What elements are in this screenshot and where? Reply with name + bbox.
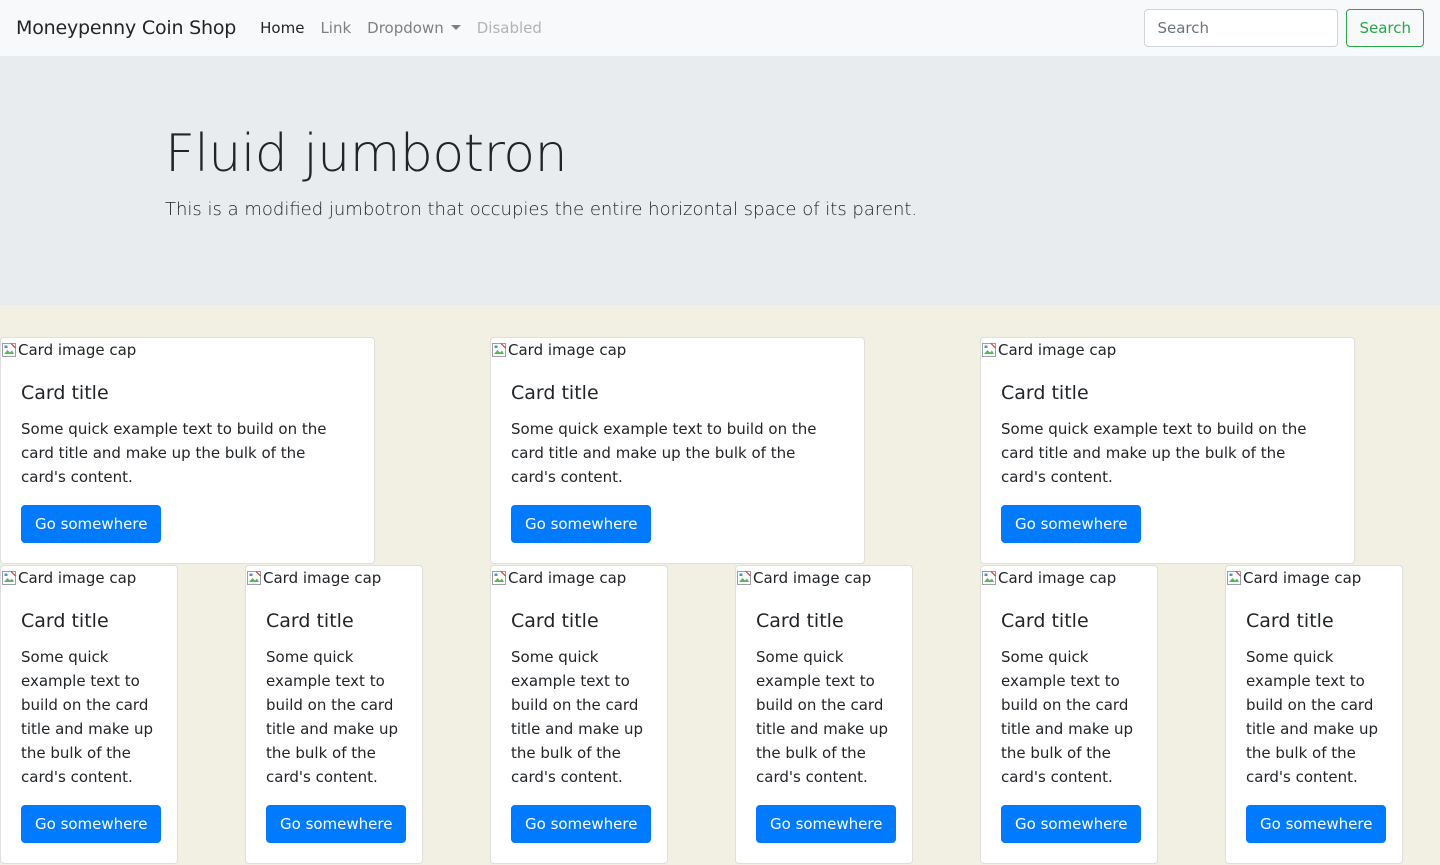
card: Card image cap Card title Some quick examp… xyxy=(490,565,668,864)
card-text: Some quick example text to build on the … xyxy=(511,419,817,486)
card-text: Some quick example text to build on the … xyxy=(756,647,889,786)
nav-dropdown-toggle[interactable]: Dropdown xyxy=(367,19,461,37)
card-title: Card title xyxy=(511,610,599,632)
card-title: Card title xyxy=(1246,610,1334,632)
card-image-alt: Card image cap xyxy=(508,341,627,359)
card-title: Card title xyxy=(266,610,354,632)
broken-image-icon xyxy=(736,570,752,586)
navbar: Moneypenny Coin Shop Home Link Dropdown … xyxy=(0,0,1440,56)
broken-image-icon xyxy=(1,342,17,358)
nav-link-home[interactable]: Home xyxy=(260,19,304,37)
card-body: Card title Some quick example text to bui… xyxy=(1,362,374,563)
card-image-alt: Card image cap xyxy=(998,569,1117,587)
card-image-cap: Card image cap xyxy=(736,566,912,590)
card-body: Card title Some quick example text to bui… xyxy=(981,590,1157,863)
card: Card image cap Card title Some quick examp… xyxy=(245,565,423,864)
go-somewhere-button[interactable]: Go somewhere xyxy=(1001,804,1142,843)
card: Card image cap Card title Some quick examp… xyxy=(735,565,913,864)
nav-link-disabled: Disabled xyxy=(476,19,542,37)
card-image-alt: Card image cap xyxy=(18,341,137,359)
card-text: Some quick example text to build on the … xyxy=(511,647,644,786)
card-body: Card title Some quick example text to bui… xyxy=(981,362,1354,563)
go-somewhere-button[interactable]: Go somewhere xyxy=(266,804,407,843)
card-image-alt: Card image cap xyxy=(18,569,137,587)
card: Card image cap Card title Some quick examp… xyxy=(490,337,865,564)
card-image-alt: Card image cap xyxy=(1243,569,1362,587)
go-somewhere-button[interactable]: Go somewhere xyxy=(21,504,162,543)
caret-down-icon xyxy=(450,25,461,30)
card-text: Some quick example text to build on the … xyxy=(1001,647,1134,786)
broken-image-icon xyxy=(981,342,997,358)
jumbotron-lead: This is a modified jumbotron that occupi… xyxy=(165,199,918,220)
card-text: Some quick example text to build on the … xyxy=(1246,647,1379,786)
card-body: Card title Some quick example text to bui… xyxy=(491,590,667,863)
search-form: Search xyxy=(1144,9,1424,47)
broken-image-icon xyxy=(981,570,997,586)
jumbotron-title: Fluid jumbotron xyxy=(165,124,568,184)
card-title: Card title xyxy=(1001,610,1089,632)
card-body: Card title Some quick example text to bui… xyxy=(736,590,912,863)
nav-link-link[interactable]: Link xyxy=(320,19,351,37)
card: Card image cap Card title Some quick examp… xyxy=(0,565,178,864)
card-text: Some quick example text to build on the … xyxy=(21,647,154,786)
go-somewhere-button[interactable]: Go somewhere xyxy=(511,804,652,843)
broken-image-icon xyxy=(1,570,17,586)
jumbotron: Fluid jumbotron This is a modified jumbo… xyxy=(0,56,1440,305)
broken-image-icon xyxy=(246,570,262,586)
card-title: Card title xyxy=(21,610,109,632)
card-image-cap: Card image cap xyxy=(246,566,422,590)
card-text: Some quick example text to build on the … xyxy=(21,419,327,486)
card-image-cap: Card image cap xyxy=(491,338,864,362)
card-title: Card title xyxy=(756,610,844,632)
card-body: Card title Some quick example text to bui… xyxy=(246,590,422,863)
broken-image-icon xyxy=(491,342,507,358)
search-button[interactable]: Search xyxy=(1346,9,1424,47)
card-image-alt: Card image cap xyxy=(263,569,382,587)
broken-image-icon xyxy=(491,570,507,586)
brand-link[interactable]: Moneypenny Coin Shop xyxy=(16,17,236,39)
search-input[interactable] xyxy=(1144,9,1339,47)
card-title: Card title xyxy=(21,382,109,404)
broken-image-icon xyxy=(1226,570,1242,586)
card-image-alt: Card image cap xyxy=(508,569,627,587)
card-image-cap: Card image cap xyxy=(1226,566,1402,590)
card-image-alt: Card image cap xyxy=(998,341,1117,359)
card: Card image cap Card title Some quick examp… xyxy=(980,565,1158,864)
card-title: Card title xyxy=(1001,382,1089,404)
card-image-cap: Card image cap xyxy=(1,566,177,590)
nav-dropdown-label: Dropdown xyxy=(367,19,444,37)
card-image-cap: Card image cap xyxy=(1,338,374,362)
card-text: Some quick example text to build on the … xyxy=(1001,419,1307,486)
card-text: Some quick example text to build on the … xyxy=(266,647,399,786)
card-body: Card title Some quick example text to bui… xyxy=(491,362,864,563)
card-image-cap: Card image cap xyxy=(981,338,1354,362)
go-somewhere-button[interactable]: Go somewhere xyxy=(21,804,162,843)
card: Card image cap Card title Some quick examp… xyxy=(1225,565,1403,864)
go-somewhere-button[interactable]: Go somewhere xyxy=(1246,804,1387,843)
go-somewhere-button[interactable]: Go somewhere xyxy=(511,504,652,543)
card-image-cap: Card image cap xyxy=(491,566,667,590)
card-body: Card title Some quick example text to bui… xyxy=(1226,590,1402,863)
card: Card image cap Card title Some quick examp… xyxy=(980,337,1355,564)
nav-links: Home Link Dropdown Disabled xyxy=(260,19,558,37)
card-image-alt: Card image cap xyxy=(753,569,872,587)
card-title: Card title xyxy=(511,382,599,404)
go-somewhere-button[interactable]: Go somewhere xyxy=(1001,504,1142,543)
card-image-cap: Card image cap xyxy=(981,566,1157,590)
go-somewhere-button[interactable]: Go somewhere xyxy=(756,804,897,843)
card-body: Card title Some quick example text to bui… xyxy=(1,590,177,863)
card: Card image cap Card title Some quick examp… xyxy=(0,337,375,564)
